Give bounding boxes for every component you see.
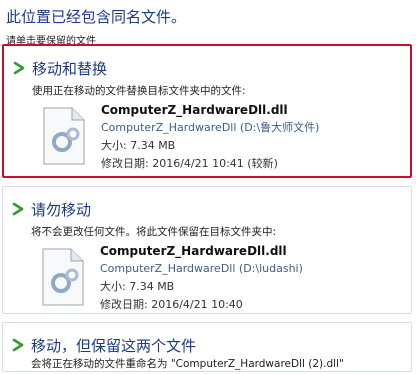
- dll-file-icon: [43, 107, 85, 165]
- option-description: 会将正在移动的文件重命名为 "ComputerZ_HardwareDll (2)…: [31, 358, 344, 370]
- file-details: ComputerZ_HardwareDll.dll ComputerZ_Hard…: [100, 242, 303, 314]
- move-keep-both-option[interactable]: 移动，但保留这两个文件 会将正在移动的文件重命名为 "ComputerZ_Har…: [2, 322, 412, 372]
- file-size: 大小: 7.34 MB: [100, 280, 175, 293]
- option-title: 请勿移动: [31, 201, 92, 219]
- file-name: ComputerZ_HardwareDll.dll: [101, 103, 288, 117]
- green-arrow-icon: [13, 61, 25, 75]
- green-arrow-icon: [12, 338, 24, 352]
- file-modified: 修改日期: 2016/4/21 10:40: [100, 298, 243, 311]
- file-modified: 修改日期: 2016/4/21 10:41 (较新): [101, 157, 278, 170]
- option-description: 使用正在移动的文件替换目标文件夹中的文件:: [32, 85, 246, 97]
- option-title: 移动，但保留这两个文件: [31, 337, 197, 355]
- dialog-heading: 此位置已经包含同名文件。: [6, 8, 187, 26]
- file-name: ComputerZ_HardwareDll.dll: [100, 244, 287, 258]
- green-arrow-icon: [12, 202, 24, 216]
- dont-move-option[interactable]: 请勿移动 将不会更改任何文件。将此文件保留在目标文件夹中: ComputerZ_…: [2, 186, 412, 314]
- file-details: ComputerZ_HardwareDll.dll ComputerZ_Hard…: [101, 101, 319, 173]
- option-description: 将不会更改任何文件。将此文件保留在目标文件夹中:: [31, 226, 277, 238]
- file-path: ComputerZ_HardwareDll (D:\ludashi): [100, 262, 303, 275]
- file-path: ComputerZ_HardwareDll (D:\鲁大师文件): [101, 121, 320, 134]
- option-title: 移动和替换: [32, 60, 108, 78]
- move-and-replace-option[interactable]: 移动和替换 使用正在移动的文件替换目标文件夹中的文件: ComputerZ_Ha…: [2, 44, 412, 178]
- file-size: 大小: 7.34 MB: [101, 139, 176, 152]
- dll-file-icon: [42, 248, 84, 306]
